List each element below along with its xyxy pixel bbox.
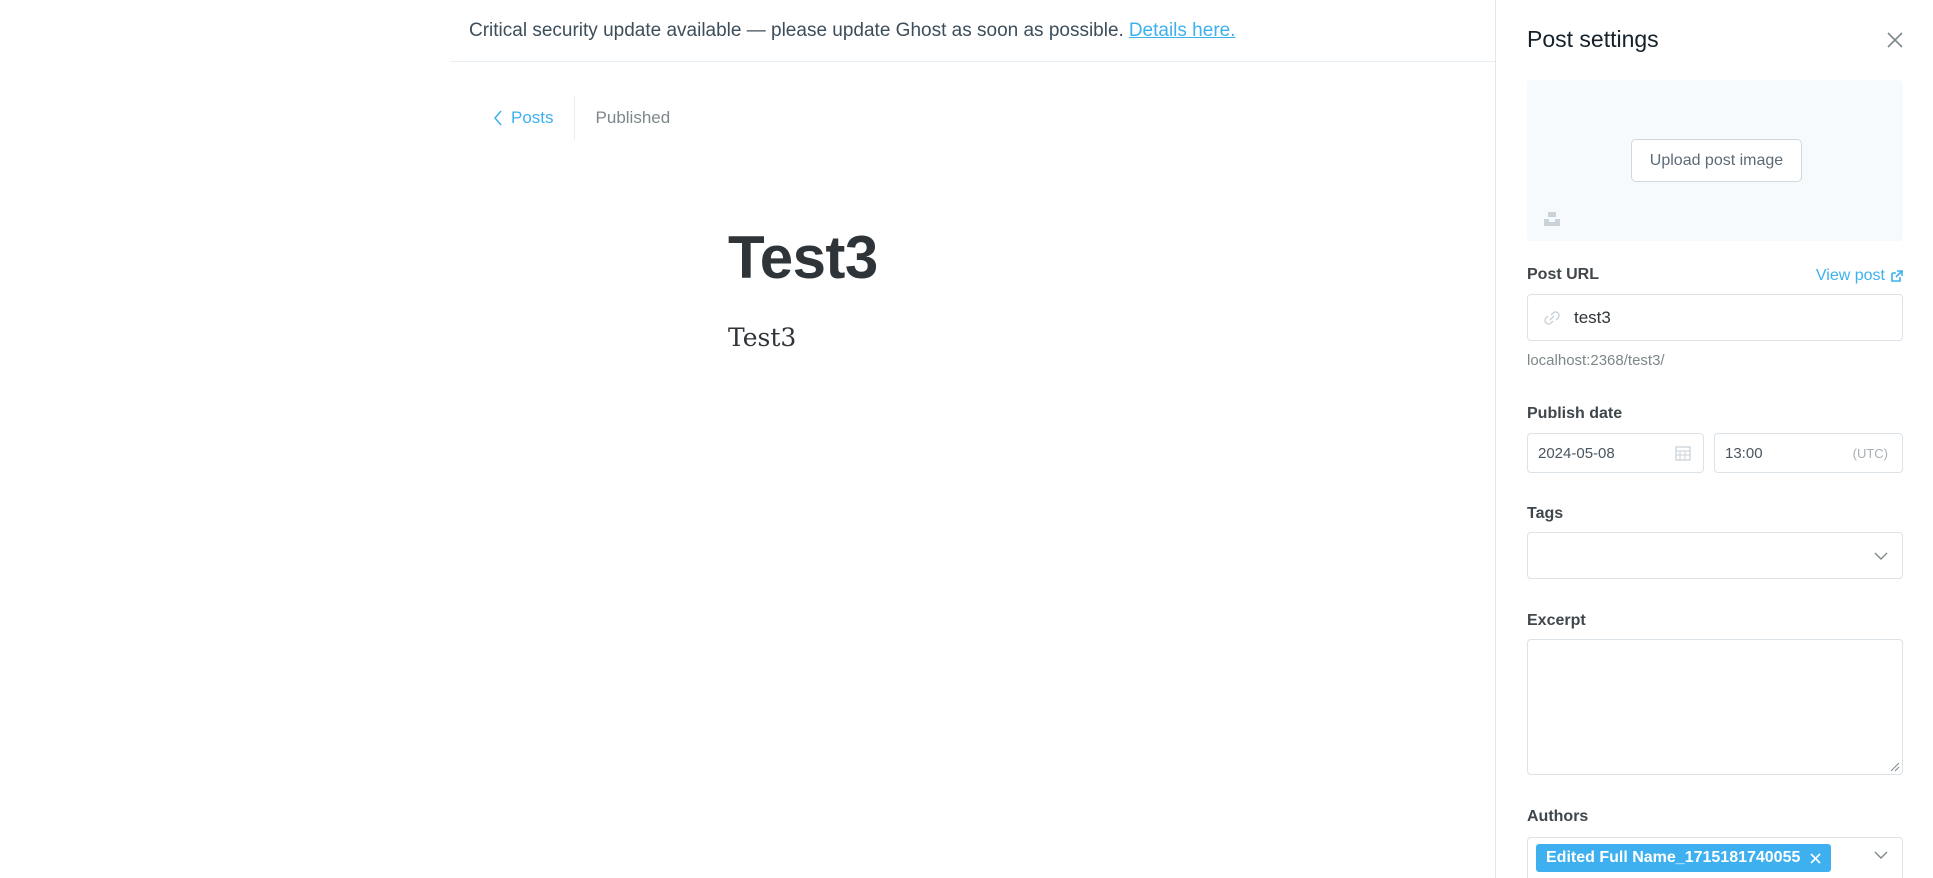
panel-title: Post settings	[1527, 26, 1659, 52]
publish-time-value: 13:00	[1725, 444, 1763, 462]
banner-details-link[interactable]: Details here.	[1129, 20, 1236, 42]
authors-label: Authors	[1527, 808, 1589, 825]
close-settings-button[interactable]	[1883, 28, 1907, 52]
post-url-value: test3	[1574, 307, 1611, 327]
chevron-down-icon	[1874, 552, 1888, 560]
chevron-down-icon	[1874, 851, 1888, 859]
security-update-banner: Critical security update available — ple…	[450, 0, 1495, 62]
tags-select[interactable]	[1527, 532, 1903, 579]
post-title[interactable]: Test3	[728, 228, 878, 288]
post-url-label: Post URL	[1527, 266, 1599, 283]
publish-time-input[interactable]: 13:00 (UTC)	[1714, 433, 1903, 473]
view-post-label: View post	[1815, 267, 1885, 284]
publish-date-input[interactable]: 2024-05-08	[1527, 433, 1704, 473]
post-status: Published	[595, 108, 671, 127]
authors-select[interactable]: Edited Full Name_1715181740055	[1527, 837, 1903, 878]
excerpt-label: Excerpt	[1527, 612, 1586, 629]
post-settings-panel: Post settings Upload post image Post URL…	[1495, 0, 1933, 878]
panel-header: Post settings	[1527, 26, 1907, 53]
close-icon	[1887, 31, 1903, 48]
unsplash-icon[interactable]	[1543, 211, 1561, 227]
author-tag: Edited Full Name_1715181740055	[1536, 844, 1832, 872]
timezone-label: (UTC)	[1852, 445, 1888, 461]
post-url-preview: localhost:2368/test3/	[1527, 352, 1665, 369]
post-body[interactable]: Test3	[728, 323, 796, 352]
link-icon	[1544, 310, 1560, 325]
tags-label: Tags	[1527, 505, 1564, 522]
remove-tag-icon	[1810, 852, 1821, 864]
calendar-icon[interactable]	[1675, 445, 1691, 461]
resize-handle-icon[interactable]	[1890, 762, 1900, 772]
post-url-input[interactable]: test3	[1527, 294, 1903, 341]
chevron-left-icon	[494, 110, 502, 126]
external-link-icon	[1891, 270, 1903, 282]
back-to-posts-link[interactable]: Posts	[493, 96, 575, 140]
back-label: Posts	[511, 108, 554, 127]
remove-author-button[interactable]	[1810, 852, 1821, 864]
view-post-link[interactable]: View post	[1816, 267, 1903, 285]
banner-message: Critical security update available — ple…	[469, 19, 1124, 41]
excerpt-textarea[interactable]	[1527, 639, 1903, 775]
post-image-uploader: Upload post image	[1527, 80, 1903, 241]
author-name: Edited Full Name_1715181740055	[1546, 849, 1801, 866]
publish-date-label: Publish date	[1527, 405, 1623, 422]
publish-date-value: 2024-05-08	[1538, 444, 1615, 462]
breadcrumb: Posts Published	[493, 96, 670, 140]
upload-post-image-button[interactable]: Upload post image	[1631, 139, 1802, 182]
